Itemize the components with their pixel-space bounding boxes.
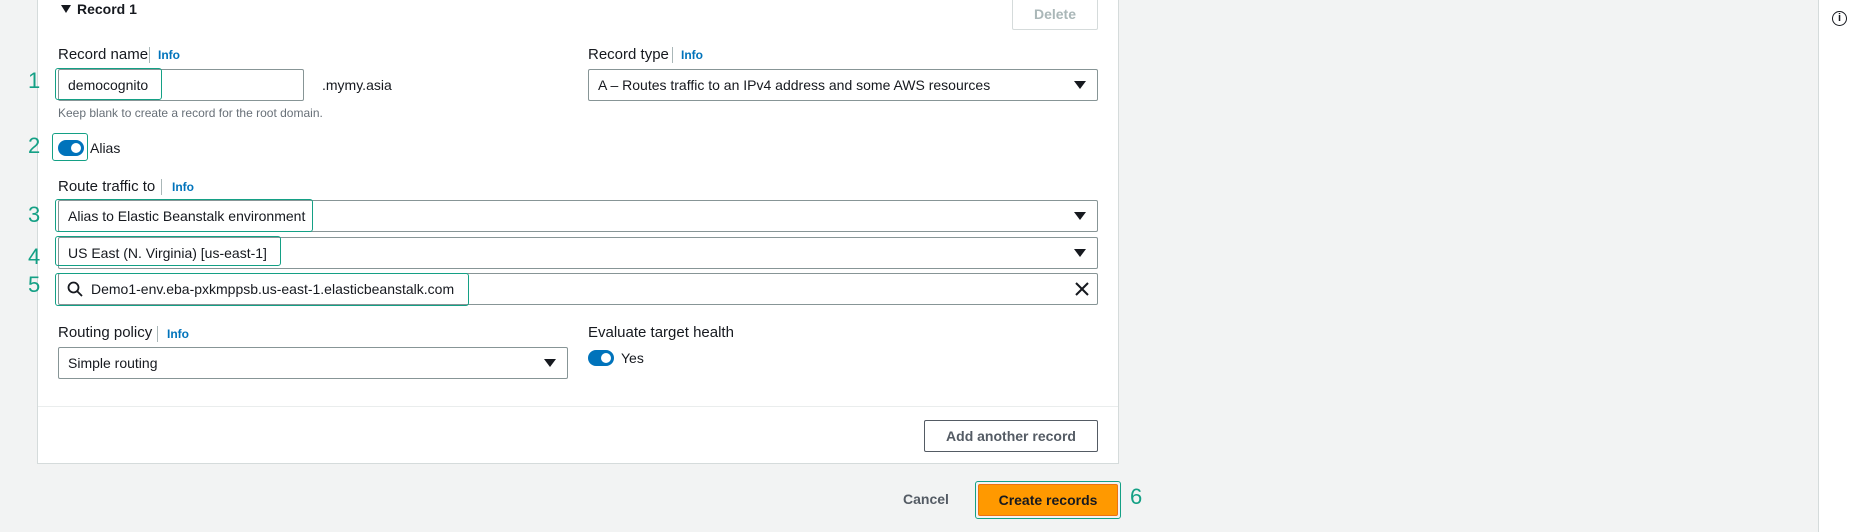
container-footer-divider bbox=[38, 406, 1118, 407]
dropdown-arrow-icon bbox=[544, 359, 556, 367]
domain-suffix: .mymy.asia bbox=[322, 77, 392, 93]
info-separator bbox=[672, 47, 673, 63]
annotation-number: 2 bbox=[28, 133, 41, 158]
annotation-number: 3 bbox=[28, 202, 41, 227]
info-separator bbox=[149, 47, 150, 63]
annotation-highlight bbox=[55, 199, 313, 232]
caret-down-icon[interactable] bbox=[61, 5, 71, 13]
routing-policy-label: Routing policy bbox=[58, 324, 153, 341]
route-traffic-label: Route traffic to bbox=[58, 178, 156, 195]
close-icon[interactable] bbox=[1074, 281, 1090, 297]
annotation-highlight bbox=[55, 273, 469, 306]
toggle-knob bbox=[601, 353, 611, 363]
dropdown-arrow-icon bbox=[1074, 81, 1086, 89]
alias-label: Alias bbox=[90, 140, 121, 156]
record-name-info-link[interactable]: Info bbox=[158, 48, 180, 62]
evaluate-health-label: Evaluate target health bbox=[588, 324, 734, 341]
annotation-number: 5 bbox=[28, 272, 41, 297]
routing-policy-value: Simple routing bbox=[68, 355, 158, 371]
record-header-title[interactable]: Record 1 bbox=[77, 1, 137, 17]
evaluate-health-value: Yes bbox=[621, 350, 644, 366]
info-circle-icon[interactable]: i bbox=[1832, 11, 1847, 26]
record-name-label: Record name bbox=[58, 46, 149, 63]
record-type-select[interactable]: A – Routes traffic to an IPv4 address an… bbox=[588, 69, 1098, 101]
record-type-label: Record type bbox=[588, 46, 669, 63]
delete-button[interactable]: Delete bbox=[1012, 0, 1098, 30]
add-another-record-button[interactable]: Add another record bbox=[924, 420, 1098, 452]
annotation-highlight bbox=[975, 481, 1121, 519]
annotation-highlight bbox=[52, 133, 88, 161]
info-separator bbox=[161, 179, 162, 195]
routing-policy-info-link[interactable]: Info bbox=[167, 327, 189, 341]
annotation-highlight bbox=[55, 236, 281, 266]
evaluate-health-toggle[interactable] bbox=[588, 350, 614, 366]
info-separator bbox=[157, 326, 158, 342]
dropdown-arrow-icon bbox=[1074, 249, 1086, 257]
record-name-hint: Keep blank to create a record for the ro… bbox=[58, 106, 323, 120]
annotation-number: 6 bbox=[1130, 484, 1143, 509]
annotation-number: 4 bbox=[28, 244, 41, 269]
dropdown-arrow-icon bbox=[1074, 212, 1086, 220]
record-type-value: A – Routes traffic to an IPv4 address an… bbox=[598, 77, 991, 93]
annotation-number: 1 bbox=[28, 68, 41, 93]
record-type-info-link[interactable]: Info bbox=[681, 48, 703, 62]
cancel-button[interactable]: Cancel bbox=[890, 491, 962, 509]
annotation-highlight bbox=[55, 68, 162, 100]
right-tools-rail bbox=[1818, 0, 1858, 532]
route-traffic-info-link[interactable]: Info bbox=[172, 180, 194, 194]
routing-policy-select[interactable]: Simple routing bbox=[58, 347, 568, 379]
